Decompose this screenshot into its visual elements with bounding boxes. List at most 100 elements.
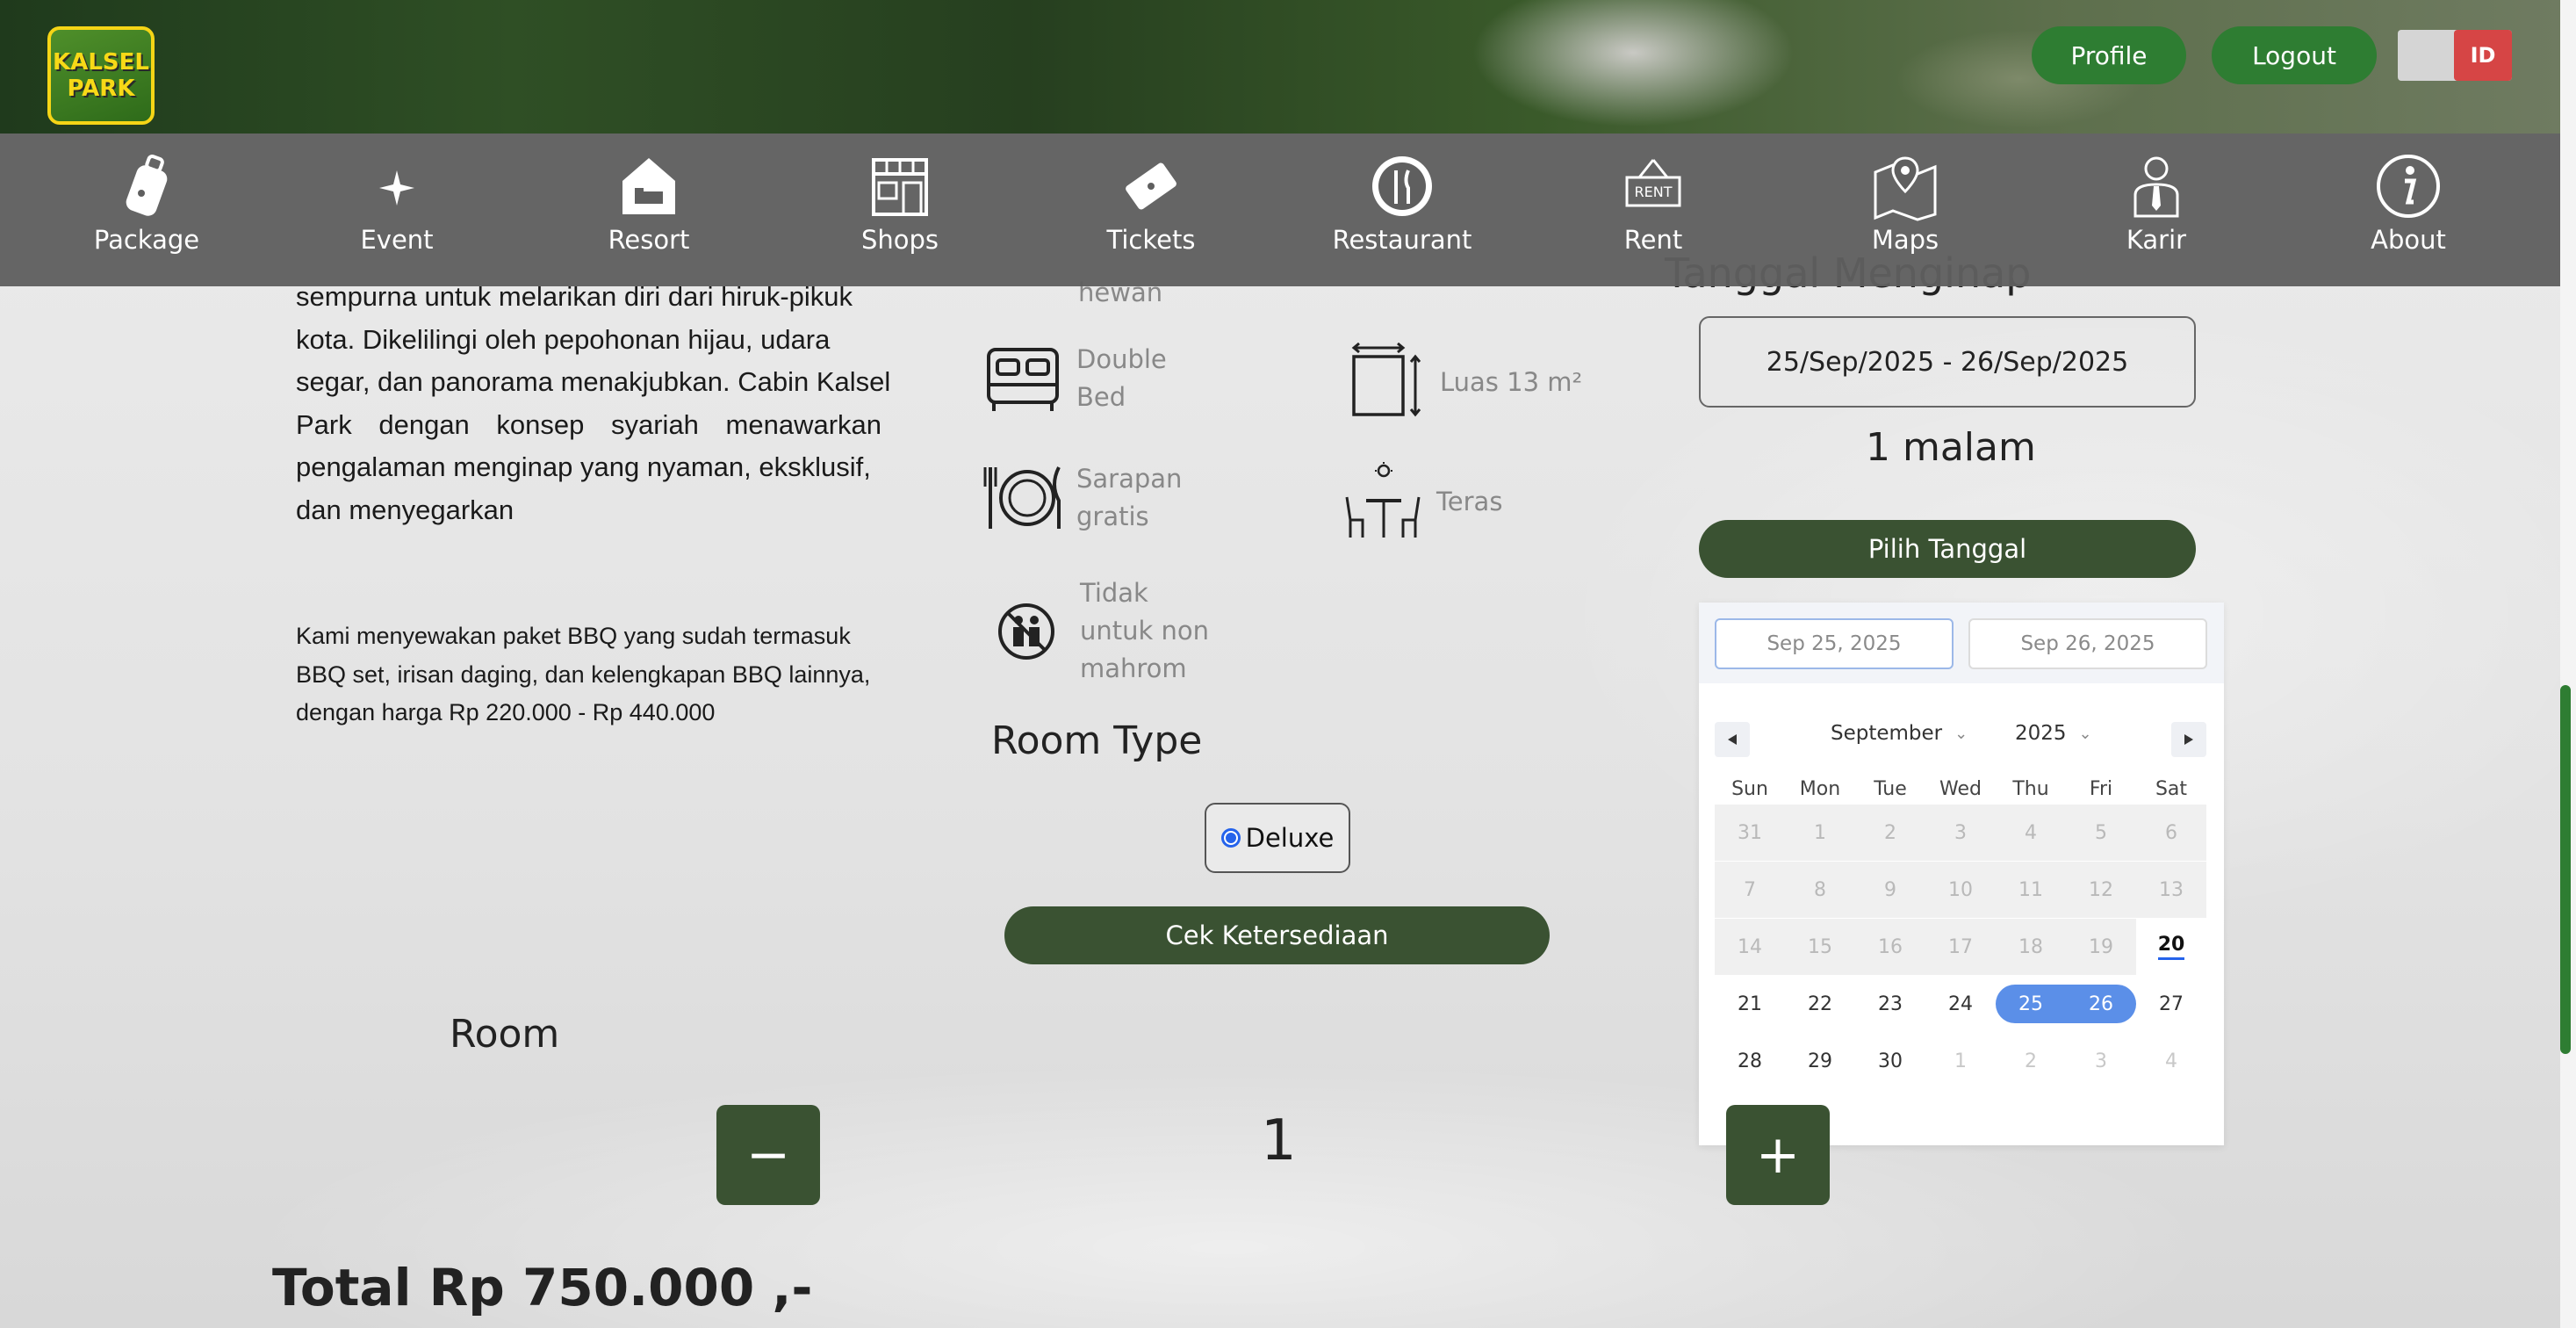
- nav-item-tickets[interactable]: Tickets: [1063, 134, 1239, 286]
- logout-button[interactable]: Logout: [2212, 26, 2377, 84]
- weekday-header: Wed: [1939, 778, 1982, 800]
- room-type-option-deluxe[interactable]: Deluxe: [1205, 803, 1350, 873]
- amenity-label: Sarapan: [1076, 464, 1183, 494]
- nav-item-rent[interactable]: RENT Rent: [1565, 134, 1741, 286]
- amenity-label: Bed: [1076, 382, 1126, 412]
- calendar-day: 1: [1954, 1050, 1967, 1072]
- date-range-display[interactable]: 25/Sep/2025 - 26/Sep/2025: [1699, 316, 2196, 408]
- calendar-day[interactable]: 22: [1785, 976, 1855, 1032]
- sparkle-icon: [362, 151, 432, 221]
- profile-button[interactable]: Profile: [2032, 26, 2186, 84]
- start-date-input[interactable]: Sep 25, 2025: [1715, 618, 1954, 669]
- nights-count: 1 malam: [1866, 425, 2036, 470]
- nav-item-karir[interactable]: Karir: [2069, 134, 2244, 286]
- caret-right-icon: [2184, 734, 2193, 745]
- calendar-day[interactable]: 29: [1785, 1033, 1855, 1089]
- year-select-value: 2025: [2015, 722, 2067, 745]
- room-label: Room: [450, 1012, 560, 1057]
- terrace-table-icon: [1345, 462, 1421, 538]
- nav-item-label: About: [2371, 225, 2446, 255]
- caret-left-icon: [1728, 734, 1737, 745]
- increase-room-button[interactable]: +: [1726, 1105, 1830, 1205]
- weekday-header: Mon: [1799, 778, 1841, 800]
- nav-item-about[interactable]: About: [2321, 134, 2496, 286]
- today-marker: 20: [2157, 934, 2185, 960]
- bbq-description: Kami menyewakan paket BBQ yang sudah ter…: [296, 617, 918, 733]
- nav-item-shops[interactable]: Shops: [812, 134, 988, 286]
- calendar-day[interactable]: 23: [1855, 976, 1925, 1032]
- nav-item-label: Shops: [860, 225, 939, 255]
- nav-item-label: Resort: [608, 225, 690, 255]
- luggage-icon: [112, 151, 182, 221]
- calendar-day[interactable]: 25: [1996, 985, 2066, 1023]
- calendar-day: 3: [1925, 805, 1996, 861]
- prev-month-button[interactable]: [1715, 722, 1750, 757]
- page-scrollbar[interactable]: [2560, 0, 2576, 1328]
- calendar-day[interactable]: 21: [1715, 976, 1785, 1032]
- amenity-terrace: Teras: [1343, 462, 1502, 541]
- calendar-day: 4: [2165, 1050, 2177, 1072]
- choose-date-button[interactable]: Pilih Tanggal: [1699, 520, 2196, 578]
- resort-description: sempurna untuk melarikan diri dari hiruk…: [296, 276, 918, 531]
- calendar-day: 8: [1785, 862, 1855, 918]
- bbq-line: dengan harga Rp 220.000 - Rp 440.000: [296, 699, 716, 725]
- room-type-title: Room Type: [991, 718, 1203, 763]
- room-count: 1: [1261, 1108, 1297, 1173]
- end-date-input[interactable]: Sep 26, 2025: [1968, 618, 2207, 669]
- amenity-double-bed: Double Bed: [983, 339, 1167, 418]
- calendar-input-bar: Sep 25, 2025 Sep 26, 2025: [1699, 603, 2224, 683]
- fork-knife-icon: [1367, 151, 1437, 221]
- calendar-day[interactable]: 24: [1925, 976, 1996, 1032]
- calendar-day: 2: [1855, 805, 1925, 861]
- weekday-header: Fri: [2089, 778, 2113, 800]
- nav-item-label: Package: [93, 225, 200, 255]
- calendar-day[interactable]: 28: [1715, 1033, 1785, 1089]
- double-bed-icon: [987, 348, 1059, 411]
- map-pin-icon: [1870, 151, 1940, 221]
- calendar-day[interactable]: 26: [2066, 985, 2136, 1023]
- calendar-day: 1: [1785, 805, 1855, 861]
- nav-item-resort[interactable]: Resort: [561, 134, 737, 286]
- nav-item-event[interactable]: Event: [309, 134, 485, 286]
- check-availability-button[interactable]: Cek Ketersediaan: [1004, 906, 1550, 964]
- nav-item-restaurant[interactable]: Restaurant: [1314, 134, 1490, 286]
- svg-text:RENT: RENT: [1635, 184, 1673, 200]
- weekday-header: Sun: [1731, 778, 1768, 800]
- nav-item-maps[interactable]: Maps: [1817, 134, 1993, 286]
- calendar-day[interactable]: 27: [2136, 976, 2206, 1032]
- calendar-day: 4: [1996, 805, 2066, 861]
- nav-item-label: Event: [360, 225, 434, 255]
- room-size-icon: [1351, 343, 1421, 417]
- room-type-option-label: Deluxe: [1245, 823, 1335, 853]
- weekday-header: Sat: [2155, 778, 2188, 800]
- amenity-no-nonmahram: Tidak untuk non mahrom: [987, 574, 1209, 688]
- calendar-day: 11: [1996, 862, 2066, 918]
- kalsel-park-logo[interactable]: KALSEL PARK: [47, 26, 155, 125]
- calendar-day: 12: [2066, 862, 2136, 918]
- nav-item-label: Maps: [1871, 225, 1939, 255]
- nav-item-label: Karir: [2126, 225, 2187, 255]
- amenity-label: Double: [1076, 344, 1167, 374]
- calendar-day: 19: [2066, 919, 2136, 975]
- calendar-day[interactable]: 20: [2136, 919, 2206, 975]
- next-month-button[interactable]: [2171, 722, 2206, 757]
- calendar-day: 15: [1785, 919, 1855, 975]
- scrollbar-thumb[interactable]: [2560, 685, 2571, 1054]
- decrease-room-button[interactable]: −: [716, 1105, 820, 1205]
- calendar-day: 31: [1715, 805, 1785, 861]
- year-select[interactable]: 2025 ⌄: [2015, 722, 2092, 745]
- calendar-day: 6: [2136, 805, 2206, 861]
- chevron-down-icon: ⌄: [1954, 724, 1968, 743]
- month-select[interactable]: September ⌄: [1831, 722, 1968, 745]
- language-toggle[interactable]: ID: [2398, 30, 2512, 81]
- info-icon: [2373, 151, 2443, 221]
- rent-sign-icon: RENT: [1618, 151, 1688, 221]
- nav-item-package[interactable]: Package: [59, 134, 234, 286]
- calendar-day: 5: [2066, 805, 2136, 861]
- calendar-day[interactable]: 30: [1855, 1033, 1925, 1089]
- header-banner: KALSEL PARK Profile Logout ID: [0, 0, 2560, 134]
- amenity-breakfast: Sarapan gratis: [983, 458, 1182, 538]
- plate-cutlery-icon: [983, 466, 1061, 529]
- calendar-day: 10: [1925, 862, 1996, 918]
- calendar-day: 7: [1715, 862, 1785, 918]
